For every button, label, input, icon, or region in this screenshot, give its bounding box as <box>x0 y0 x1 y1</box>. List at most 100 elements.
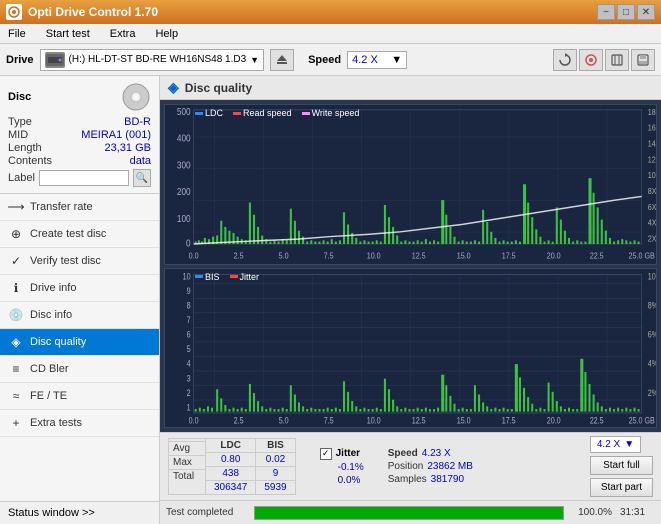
speed-dropdown-box[interactable]: 4.2 X ▼ <box>590 436 641 453</box>
refresh-icon[interactable] <box>553 49 577 71</box>
svg-text:12.5: 12.5 <box>412 415 426 425</box>
legend-jitter: Jitter <box>230 272 260 282</box>
read-speed-dot <box>233 112 241 115</box>
sidebar-item-disc-quality[interactable]: ◈ Disc quality <box>0 329 159 356</box>
stats-ldc-avg: 0.80 <box>206 453 255 467</box>
bis-dot <box>195 275 203 278</box>
sidebar-item-fe-te[interactable]: ≈ FE / TE <box>0 383 159 410</box>
speed-label: Speed <box>308 54 341 66</box>
svg-text:0: 0 <box>186 238 191 249</box>
start-buttons-section: 4.2 X ▼ Start full Start part <box>590 436 653 497</box>
disc-label-button[interactable]: 🔍 <box>133 169 151 187</box>
svg-text:8X: 8X <box>648 186 656 196</box>
save-icon[interactable] <box>631 49 655 71</box>
svg-text:4%: 4% <box>648 358 656 368</box>
disc-title: Disc <box>8 91 31 103</box>
speed-dropdown-arrow: ▼ <box>624 439 634 450</box>
nav-label-create-test-disc: Create test disc <box>30 228 106 240</box>
svg-text:7.5: 7.5 <box>324 415 334 425</box>
legend-ldc: LDC <box>195 108 223 118</box>
chart2-wrapper: BIS Jitter 10 <box>164 268 657 429</box>
settings-icon[interactable] <box>605 49 629 71</box>
close-button[interactable]: ✕ <box>637 4 655 20</box>
disc-contents-label: Contents <box>8 155 52 167</box>
disc-quality-header: ◈ Disc quality <box>160 76 661 100</box>
svg-text:15.0: 15.0 <box>457 251 471 261</box>
transfer-rate-icon: ⟶ <box>8 199 24 215</box>
svg-text:4X: 4X <box>648 218 656 228</box>
disc-type-row: Type BD-R <box>8 116 151 128</box>
speed-dropdown-arrow: ▼ <box>391 54 402 66</box>
svg-text:22.5: 22.5 <box>590 415 604 425</box>
svg-text:6X: 6X <box>648 202 656 212</box>
svg-text:7: 7 <box>187 315 191 325</box>
sidebar-item-extra-tests[interactable]: + Extra tests <box>0 410 159 437</box>
svg-text:400: 400 <box>177 133 191 144</box>
cd-bler-icon: ≡ <box>8 361 24 377</box>
drive-select[interactable]: (H:) HL-DT-ST BD-RE WH16NS48 1.D3 ▼ <box>40 49 265 71</box>
speed-select[interactable]: 4.2 X ▼ <box>347 51 407 69</box>
main-layout: Disc Type BD-R MID MEIRA1 (001) Length <box>0 76 661 524</box>
speed-stat-value: 4.23 X <box>422 448 451 459</box>
disc-icon <box>121 82 151 112</box>
jitter-header-row: ✓ Jitter <box>320 448 364 460</box>
menu-start-test[interactable]: Start test <box>42 27 94 41</box>
sidebar-item-cd-bler[interactable]: ≡ CD Bler <box>0 356 159 383</box>
sidebar-item-transfer-rate[interactable]: ⟶ Transfer rate <box>0 194 159 221</box>
stats-total-label: Total <box>169 470 205 483</box>
svg-text:2: 2 <box>187 387 191 397</box>
svg-text:9: 9 <box>187 286 191 296</box>
svg-text:500: 500 <box>177 106 191 117</box>
stats-ldc-header: LDC <box>206 439 255 453</box>
speed-dropdown-value: 4.2 X <box>597 439 620 450</box>
sidebar-item-create-test-disc[interactable]: ⊕ Create test disc <box>0 221 159 248</box>
drive-label: Drive <box>6 54 34 66</box>
start-full-button[interactable]: Start full <box>590 456 653 475</box>
legend-bis-label: BIS <box>205 272 220 282</box>
position-row: Position 23862 MB <box>388 461 473 472</box>
sidebar-item-verify-test-disc[interactable]: ✓ Verify test disc <box>0 248 159 275</box>
nav-label-disc-info: Disc info <box>30 309 72 321</box>
stats-bis-avg: 0.02 <box>256 453 294 467</box>
progress-time: 31:31 <box>620 507 655 518</box>
svg-text:18X: 18X <box>648 107 656 117</box>
speed-row: Speed 4.23 X <box>388 448 473 459</box>
stats-bar: Avg Max Total LDC 0.80 438 306347 BIS 0.… <box>160 432 661 500</box>
title-bar-controls: − □ ✕ <box>597 4 655 20</box>
svg-text:12X: 12X <box>648 155 656 165</box>
svg-text:20.0: 20.0 <box>547 415 561 425</box>
burn-icon[interactable] <box>579 49 603 71</box>
svg-text:4: 4 <box>187 358 191 368</box>
svg-text:10.0: 10.0 <box>367 415 381 425</box>
stats-table: Avg Max Total LDC 0.80 438 306347 BIS 0.… <box>168 438 296 495</box>
disc-label-input[interactable] <box>39 170 129 186</box>
minimize-button[interactable]: − <box>597 4 615 20</box>
status-text: Test completed <box>166 507 246 518</box>
menu-help[interactable]: Help <box>151 27 182 41</box>
menu-file[interactable]: File <box>4 27 30 41</box>
title-bar: Opti Drive Control 1.70 − □ ✕ <box>0 0 661 24</box>
disc-header: Disc <box>8 82 151 112</box>
disc-type-label: Type <box>8 116 32 128</box>
menu-extra[interactable]: Extra <box>106 27 140 41</box>
svg-text:300: 300 <box>177 160 191 171</box>
progress-bar-inner <box>255 507 563 519</box>
drive-info-icon: ℹ <box>8 280 24 296</box>
position-label: Position <box>388 461 424 472</box>
sidebar-item-disc-info[interactable]: 💿 Disc info <box>0 302 159 329</box>
svg-text:12.5: 12.5 <box>412 251 426 261</box>
maximize-button[interactable]: □ <box>617 4 635 20</box>
fe-te-icon: ≈ <box>8 388 24 404</box>
sidebar-item-drive-info[interactable]: ℹ Drive info <box>0 275 159 302</box>
legend-jitter-label: Jitter <box>240 272 260 282</box>
eject-button[interactable] <box>270 49 294 71</box>
svg-text:2%: 2% <box>648 387 656 397</box>
legend-ldc-label: LDC <box>205 108 223 118</box>
jitter-checkbox[interactable]: ✓ <box>320 448 332 460</box>
svg-text:16X: 16X <box>648 123 656 133</box>
stats-avg-label: Avg <box>169 442 205 456</box>
status-window-button[interactable]: Status window >> <box>0 501 159 524</box>
svg-text:10%: 10% <box>648 271 656 281</box>
status-window-label: Status window >> <box>8 507 95 519</box>
start-part-button[interactable]: Start part <box>590 478 653 497</box>
